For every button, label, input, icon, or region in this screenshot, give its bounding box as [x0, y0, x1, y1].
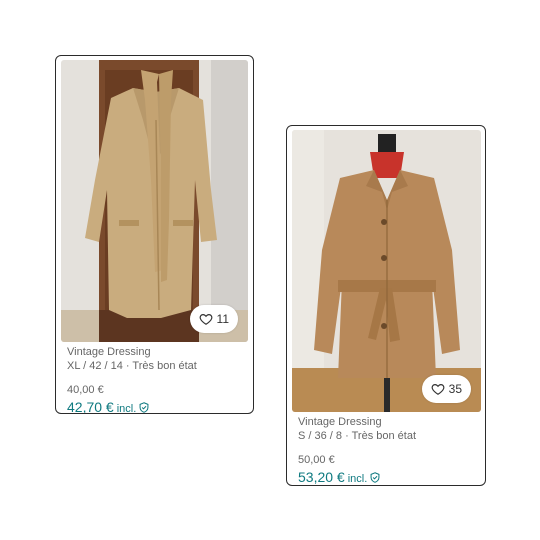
total-price[interactable]: 53,20 € incl. [298, 469, 416, 485]
product-info: Vintage Dressing XL / 42 / 14 · Très bon… [67, 345, 197, 414]
product-info: Vintage Dressing S / 36 / 8 · Très bon é… [298, 415, 416, 485]
product-photo[interactable]: 35 [292, 130, 481, 412]
product-details: XL / 42 / 14 · Très bon état [67, 360, 197, 372]
heart-icon [199, 314, 212, 325]
product-card[interactable]: 35 Vintage Dressing S / 36 / 8 · Très bo… [286, 125, 486, 486]
favorite-button[interactable]: 11 [189, 305, 238, 333]
suede-long-coat-image [61, 60, 248, 342]
product-price: 50,00 € [298, 454, 335, 466]
product-brand: Vintage Dressing [298, 416, 382, 428]
incl-label: incl. [116, 403, 137, 414]
total-price[interactable]: 42,70 € incl. [67, 399, 197, 414]
shield-check-icon [139, 401, 149, 413]
favorite-count: 11 [216, 312, 229, 326]
product-photo[interactable]: 11 [61, 60, 248, 342]
incl-label: incl. [347, 473, 368, 485]
suede-belted-jacket-image [292, 130, 481, 412]
total-price-amount: 42,70 € [67, 399, 114, 414]
shield-check-icon [370, 471, 380, 483]
heart-icon [431, 384, 445, 395]
product-details: S / 36 / 8 · Très bon état [298, 430, 417, 442]
total-price-amount: 53,20 € [298, 469, 345, 485]
product-card[interactable]: 11 Vintage Dressing XL / 42 / 14 · Très … [55, 55, 254, 414]
favorite-button[interactable]: 35 [421, 375, 471, 403]
product-price: 40,00 € [67, 384, 104, 396]
favorite-count: 35 [448, 382, 462, 396]
product-brand: Vintage Dressing [67, 346, 151, 358]
